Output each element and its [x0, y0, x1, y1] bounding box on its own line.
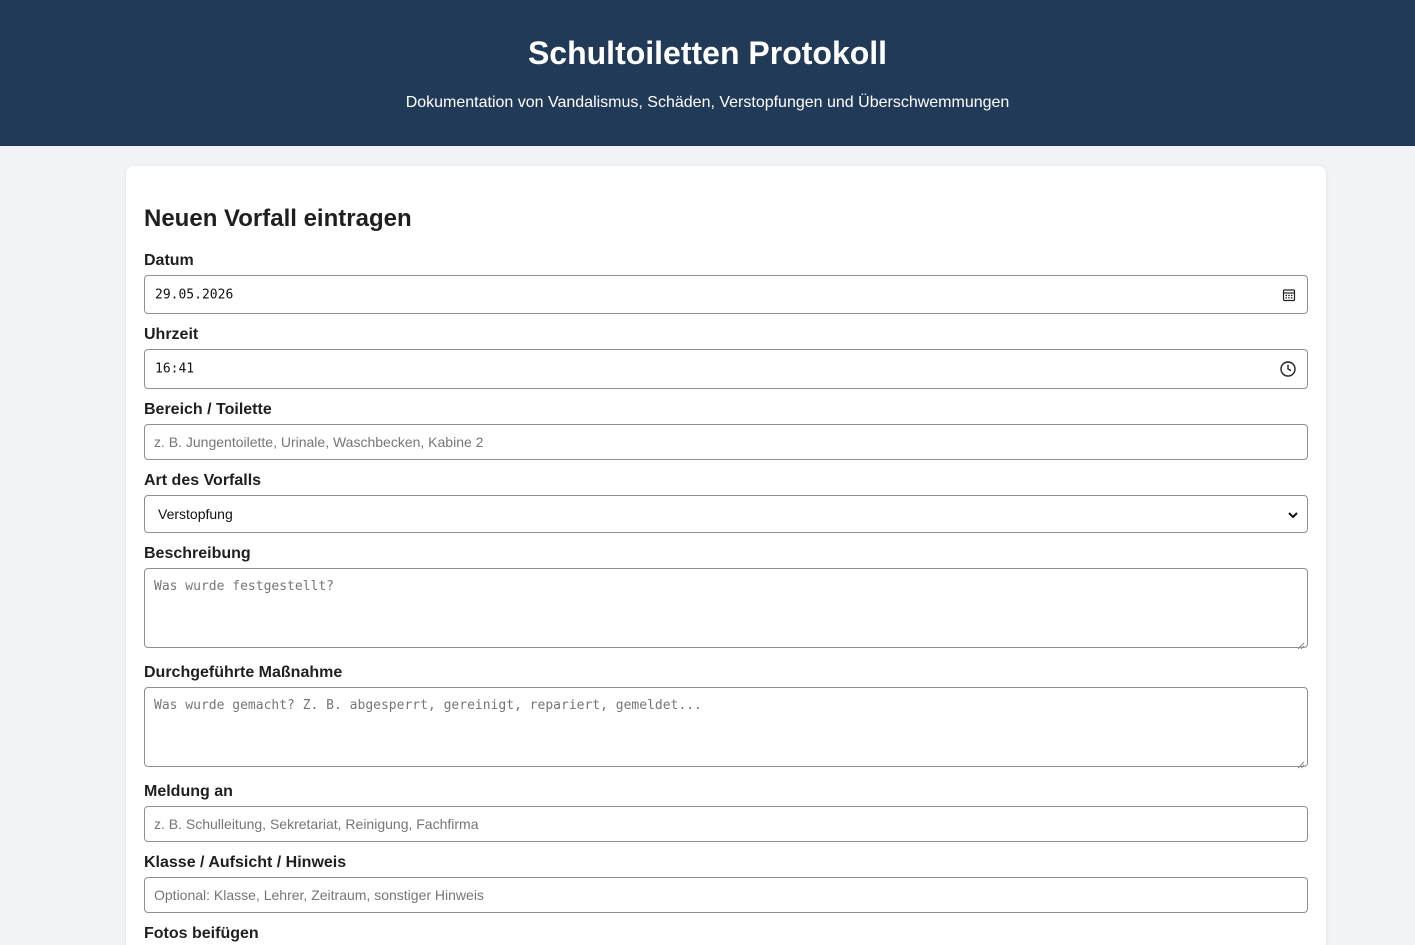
description-placeholder: Was wurde festgestellt?	[154, 579, 335, 594]
page-title: Schultoiletten Protokoll	[527, 35, 888, 71]
clock-icon[interactable]	[1279, 360, 1297, 378]
page-subtitle: Dokumentation von Vandalismus, Schäden, …	[405, 94, 1010, 111]
photos-label: Fotos beifügen	[144, 925, 259, 942]
calendar-icon[interactable]	[1281, 287, 1297, 303]
report-to-input[interactable]: z. B. Schulleitung, Sekretariat, Reinigu…	[144, 806, 1308, 842]
resize-handle-icon[interactable]	[1297, 756, 1305, 769]
area-placeholder: z. B. Jungentoilette, Urinale, Waschbeck…	[154, 434, 484, 450]
note-placeholder: Optional: Klasse, Lehrer, Zeitraum, sons…	[154, 887, 484, 903]
time-value: 16:41	[155, 361, 195, 377]
report-to-placeholder: z. B. Schulleitung, Sekretariat, Reinigu…	[154, 816, 479, 832]
note-input[interactable]: Optional: Klasse, Lehrer, Zeitraum, sons…	[144, 877, 1308, 913]
type-select[interactable]: Verstopfung	[144, 495, 1308, 533]
measure-placeholder: Was wurde gemacht? Z. B. abgesperrt, ger…	[154, 698, 702, 713]
incident-form-card: Neuen Vorfall eintragen Datum 29.05.2026…	[126, 166, 1326, 945]
resize-handle-icon[interactable]	[1297, 637, 1305, 650]
type-label: Art des Vorfalls	[144, 472, 262, 489]
time-label: Uhrzeit	[144, 326, 199, 343]
measure-label: Durchgeführte Maßnahme	[144, 664, 343, 681]
form-title: Neuen Vorfall eintragen	[144, 205, 412, 232]
note-label: Klasse / Aufsicht / Hinweis	[144, 854, 347, 871]
page-header: Schultoiletten Protokoll Dokumentation v…	[0, 0, 1415, 146]
report-to-label: Meldung an	[144, 783, 233, 800]
date-input[interactable]: 29.05.2026	[144, 275, 1308, 314]
description-label: Beschreibung	[144, 545, 251, 562]
description-textarea[interactable]: Was wurde festgestellt?	[144, 568, 1308, 650]
date-label: Datum	[144, 252, 194, 269]
area-input[interactable]: z. B. Jungentoilette, Urinale, Waschbeck…	[144, 424, 1308, 460]
date-value: 29.05.2026	[155, 287, 234, 302]
time-input[interactable]: 16:41	[144, 349, 1308, 389]
area-label: Bereich / Toilette	[144, 401, 272, 418]
type-selected-value: Verstopfung	[158, 506, 233, 522]
measure-textarea[interactable]: Was wurde gemacht? Z. B. abgesperrt, ger…	[144, 687, 1308, 769]
chevron-down-icon	[1287, 508, 1299, 520]
